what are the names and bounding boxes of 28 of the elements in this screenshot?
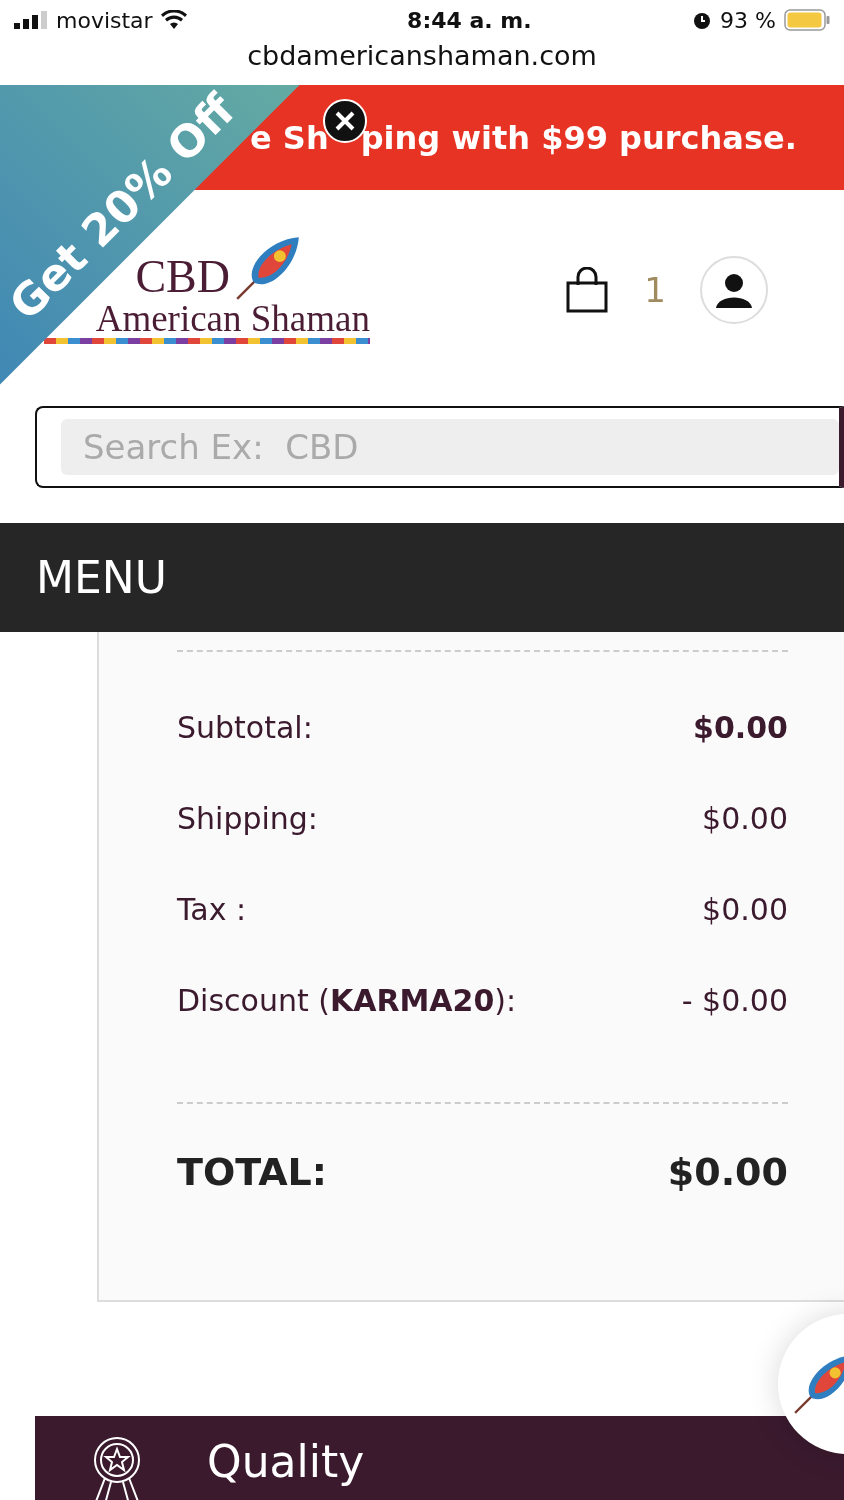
- wifi-icon: [160, 10, 187, 30]
- cart-count: 1: [644, 270, 666, 310]
- summary-label: Subtotal:: [177, 710, 313, 745]
- summary-label: Shipping:: [177, 801, 318, 836]
- total-label: TOTAL:: [177, 1150, 327, 1194]
- clock-time: 8:44 a. m.: [407, 7, 532, 33]
- summary-label: Discount (KARMA20):: [177, 983, 517, 1018]
- feather-icon: [794, 1354, 844, 1414]
- banner-text: ping with $99 purchase.: [360, 118, 797, 157]
- logo-text: CBD: [135, 253, 230, 300]
- feather-logo-icon: [236, 235, 300, 300]
- carrier-name: movistar: [56, 7, 153, 33]
- feature-title: Quality: [207, 1436, 365, 1487]
- total-amount: $0.00: [667, 1150, 788, 1194]
- close-icon: [333, 110, 356, 132]
- address-url[interactable]: cbdamericanshaman.com: [247, 40, 597, 71]
- summary-label: Tax :: [177, 892, 247, 927]
- shopping-bag-icon[interactable]: [564, 267, 611, 313]
- battery-icon: [784, 9, 830, 31]
- summary-amount: - $0.00: [681, 983, 788, 1018]
- alarm-icon: [692, 10, 713, 30]
- signal-icon: [14, 11, 48, 29]
- summary-amount: $0.00: [702, 801, 788, 836]
- menu-button[interactable]: MENU: [36, 552, 167, 603]
- summary-amount: $0.00: [693, 710, 788, 745]
- summary-amount: $0.00: [702, 892, 788, 927]
- search-field[interactable]: Search Ex: CBD: [35, 406, 844, 488]
- battery-percent: 93 %: [720, 7, 776, 33]
